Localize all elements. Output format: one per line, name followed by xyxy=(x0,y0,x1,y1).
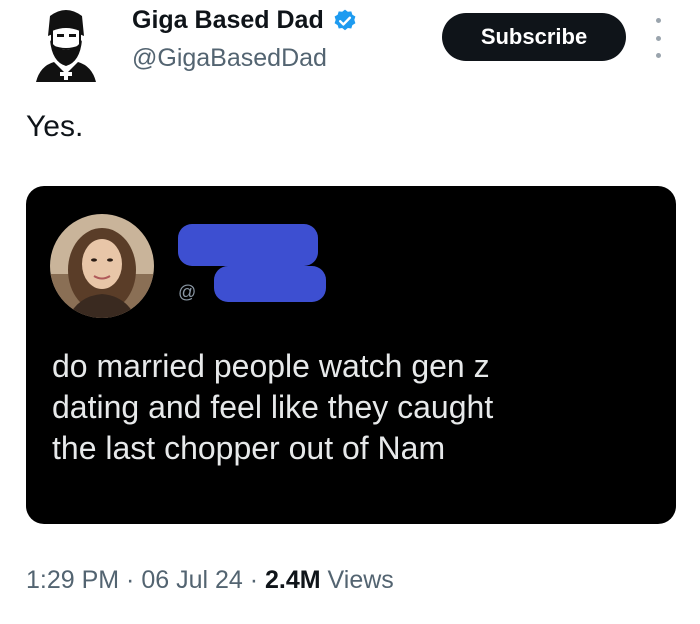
tweet-time[interactable]: 1:29 PM xyxy=(26,566,119,594)
tweet-meta: 1:29 PM · 06 Jul 24 · 2.4M Views xyxy=(26,566,394,595)
views-label: Views xyxy=(320,566,394,594)
views-count: 2.4M xyxy=(265,566,321,594)
quoted-post-image[interactable]: @ do married people watch gen z dating a… xyxy=(26,186,676,524)
bearded-man-icon xyxy=(36,10,96,82)
tweet-text: Yes. xyxy=(26,110,84,143)
author-avatar[interactable] xyxy=(30,6,102,84)
quoted-handle-prefix: @ xyxy=(178,282,197,302)
more-options-icon[interactable] xyxy=(650,18,666,58)
quoted-author-avatar xyxy=(50,214,154,318)
verified-badge-icon xyxy=(334,9,356,30)
meta-separator: · xyxy=(119,566,142,594)
author-name-row[interactable]: Giga Based Dad xyxy=(132,6,358,35)
author-handle[interactable]: @GigaBasedDad xyxy=(132,44,327,73)
tweet-date[interactable]: 06 Jul 24 xyxy=(141,566,242,594)
author-display-name[interactable]: Giga Based Dad xyxy=(132,6,324,35)
subscribe-button[interactable]: Subscribe xyxy=(442,13,626,61)
quoted-post-text: do married people watch gen z dating and… xyxy=(52,348,494,466)
more-dot xyxy=(655,35,661,41)
more-dot xyxy=(655,18,661,23)
meta-separator: · xyxy=(242,566,266,594)
more-dot xyxy=(655,53,661,58)
redacted-handle xyxy=(214,266,326,302)
redacted-display-name xyxy=(178,224,318,266)
